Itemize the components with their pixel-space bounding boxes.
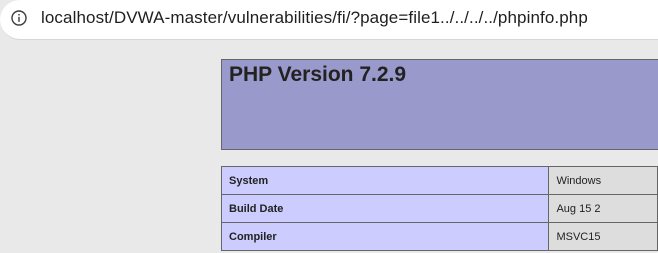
page-title: PHP Version 7.2.9 [229, 63, 407, 86]
address-bar[interactable]: localhost/DVWA-master/vulnerabilities/fi… [0, 0, 658, 40]
row-label-compiler: Compiler [220, 222, 550, 251]
table-row: Compiler MSVC15 [220, 222, 658, 251]
info-icon[interactable] [11, 10, 27, 26]
row-value-system: Windows [548, 166, 658, 195]
row-label-build-date: Build Date [220, 194, 550, 223]
table-row: Build Date Aug 15 2 [220, 194, 658, 223]
row-label-system: System [220, 166, 550, 195]
row-value-build-date: Aug 15 2 [548, 194, 658, 223]
url-text[interactable]: localhost/DVWA-master/vulnerabilities/fi… [41, 8, 588, 28]
phpinfo-table: System Windows Build Date Aug 15 2 Compi… [220, 166, 658, 251]
table-row: System Windows [220, 166, 658, 195]
row-value-compiler: MSVC15 [548, 222, 658, 251]
page-content: PHP Version 7.2.9 System Windows Build D… [0, 40, 658, 253]
php-version-header: PHP Version 7.2.9 [221, 59, 658, 150]
